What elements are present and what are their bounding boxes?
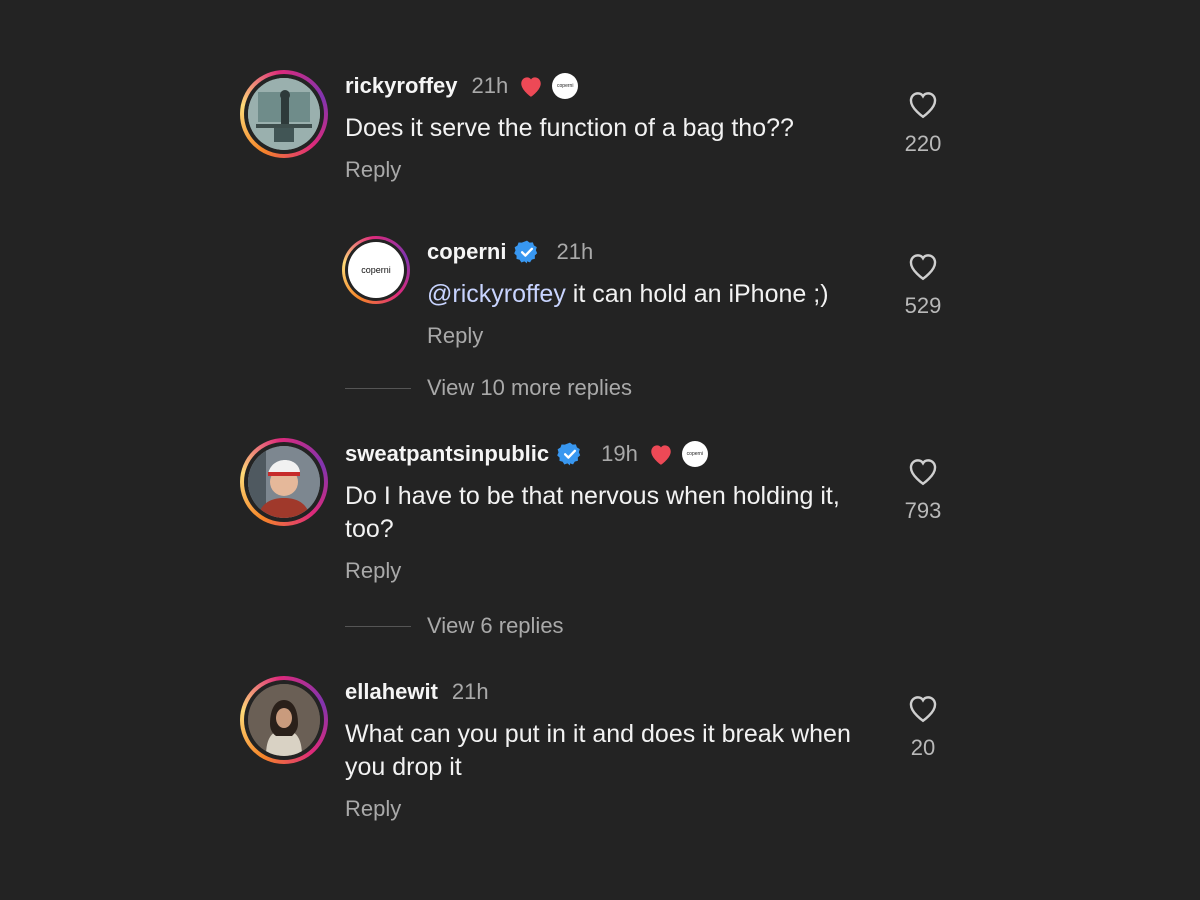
username[interactable]: ellahewit <box>345 679 438 705</box>
like-button[interactable]: 20 <box>900 692 946 761</box>
comments-thread: rickyroffey 21h coperni Does it serve th… <box>0 0 1200 900</box>
view-more-replies[interactable]: View 6 replies <box>345 613 564 639</box>
like-count: 793 <box>904 498 942 523</box>
view-more-label: View 10 more replies <box>427 375 633 400</box>
like-count: 220 <box>904 131 942 156</box>
username[interactable]: sweatpantsinpublic <box>345 441 549 467</box>
avatar-sweatpantsinpublic[interactable] <box>240 438 328 526</box>
heart-outline-icon <box>909 459 937 486</box>
reply-button[interactable]: Reply <box>345 558 865 584</box>
comment-text: @rickyroffey it can hold an iPhone ;) <box>427 278 877 311</box>
username[interactable]: coperni <box>427 239 506 265</box>
heart-outline-icon <box>909 696 937 723</box>
comment-text: What can you put in it and does it break… <box>345 720 851 781</box>
heart-outline-icon <box>909 92 937 119</box>
comment-text-body: it can hold an iPhone ;) <box>565 280 829 308</box>
username[interactable]: rickyroffey <box>345 73 458 99</box>
avatar-rickyroffey[interactable] <box>240 70 328 158</box>
heart-filled-icon <box>518 74 544 98</box>
timestamp: 21h <box>471 73 509 98</box>
avatar-ellahewit[interactable] <box>240 676 328 764</box>
heart-filled-icon <box>648 442 674 466</box>
comment-text: Do I have to be that nervous when holdin… <box>345 482 840 543</box>
view-more-replies[interactable]: View 10 more replies <box>345 375 632 401</box>
like-button[interactable]: 529 <box>900 250 946 319</box>
verified-badge-icon <box>514 239 540 265</box>
author-avatar-mini: coperni <box>681 441 708 467</box>
heart-outline-icon <box>909 254 937 281</box>
avatar-logo-text: coperni <box>361 265 391 275</box>
like-count: 20 <box>910 735 936 760</box>
avatar-image <box>248 78 320 150</box>
avatar-coperni[interactable]: coperni <box>342 236 410 304</box>
reply-button[interactable]: Reply <box>345 796 865 822</box>
avatar-image <box>248 446 320 518</box>
comment-body: rickyroffey 21h coperni Does it serve th… <box>345 70 865 183</box>
verified-badge-icon <box>557 441 583 467</box>
like-button[interactable]: 220 <box>900 88 946 157</box>
like-button[interactable]: 793 <box>900 455 946 524</box>
timestamp: 19h <box>601 441 638 466</box>
comment-meta: coperni 21h <box>427 236 877 268</box>
comment-meta: ellahewit 21h <box>345 676 865 708</box>
comment-body: sweatpantsinpublic 19h coperni Do I have… <box>345 438 865 584</box>
author-avatar-mini: coperni <box>552 73 579 99</box>
divider-line <box>345 387 411 389</box>
avatar-image <box>248 684 320 756</box>
reply-button[interactable]: Reply <box>427 323 877 349</box>
timestamp: 21h <box>556 239 594 264</box>
comment-body: coperni 21h @rickyroffey it can hold an … <box>427 236 877 349</box>
view-more-label: View 6 replies <box>427 613 564 638</box>
comment-meta: sweatpantsinpublic 19h coperni <box>345 438 865 470</box>
timestamp: 21h <box>451 679 489 704</box>
reply-button[interactable]: Reply <box>345 157 865 183</box>
comment-body: ellahewit 21h What can you put in it and… <box>345 676 865 822</box>
mention-link[interactable]: @rickyroffey <box>427 280 566 308</box>
like-count: 529 <box>904 293 942 318</box>
comment-meta: rickyroffey 21h coperni <box>345 70 865 102</box>
comment-text: Does it serve the function of a bag tho?… <box>345 114 794 142</box>
divider-line <box>345 625 411 627</box>
